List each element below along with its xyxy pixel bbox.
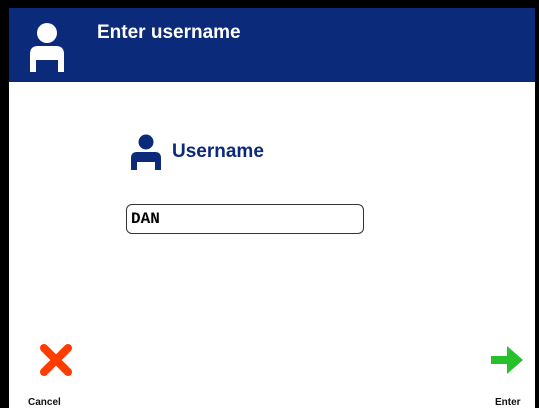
username-input[interactable]: [126, 204, 364, 234]
x-icon: [40, 344, 72, 376]
arrow-right-icon: [491, 346, 523, 374]
username-label-text: Username: [172, 141, 264, 162]
enter-button[interactable]: Enter: [489, 336, 535, 408]
user-icon: [131, 134, 161, 170]
cancel-label: Cancel: [28, 397, 61, 408]
username-label: Username: [129, 134, 264, 170]
page-title: Enter username: [97, 22, 241, 43]
header-bar: Enter username: [9, 8, 535, 82]
login-screen: Enter username Username Cancel Enter: [9, 8, 535, 408]
enter-label: Enter: [495, 397, 521, 408]
user-icon: [30, 23, 64, 72]
cancel-button[interactable]: Cancel: [27, 336, 77, 408]
